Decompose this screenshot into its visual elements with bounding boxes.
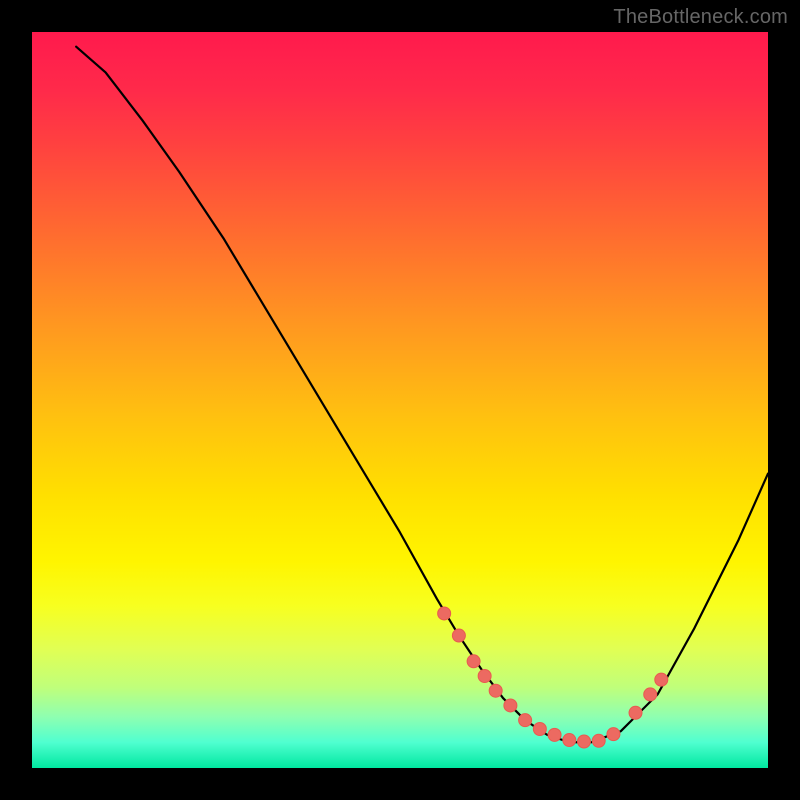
data-point bbox=[519, 714, 532, 727]
data-points bbox=[438, 607, 668, 748]
data-point bbox=[438, 607, 451, 620]
plot-area bbox=[32, 32, 768, 768]
data-point bbox=[478, 670, 491, 683]
data-point bbox=[533, 722, 546, 735]
data-point bbox=[563, 734, 576, 747]
watermark-text: TheBottleneck.com bbox=[613, 6, 788, 29]
data-point bbox=[504, 699, 517, 712]
chart-frame: TheBottleneck.com bbox=[0, 0, 800, 800]
data-point bbox=[629, 706, 642, 719]
data-point bbox=[452, 629, 465, 642]
data-point bbox=[489, 684, 502, 697]
data-point bbox=[548, 728, 561, 741]
data-point bbox=[607, 728, 620, 741]
data-point bbox=[467, 655, 480, 668]
data-point bbox=[592, 734, 605, 747]
chart-overlay bbox=[32, 32, 768, 768]
data-point bbox=[578, 735, 591, 748]
data-point bbox=[644, 688, 657, 701]
bottleneck-curve bbox=[76, 47, 768, 743]
data-point bbox=[655, 673, 668, 686]
